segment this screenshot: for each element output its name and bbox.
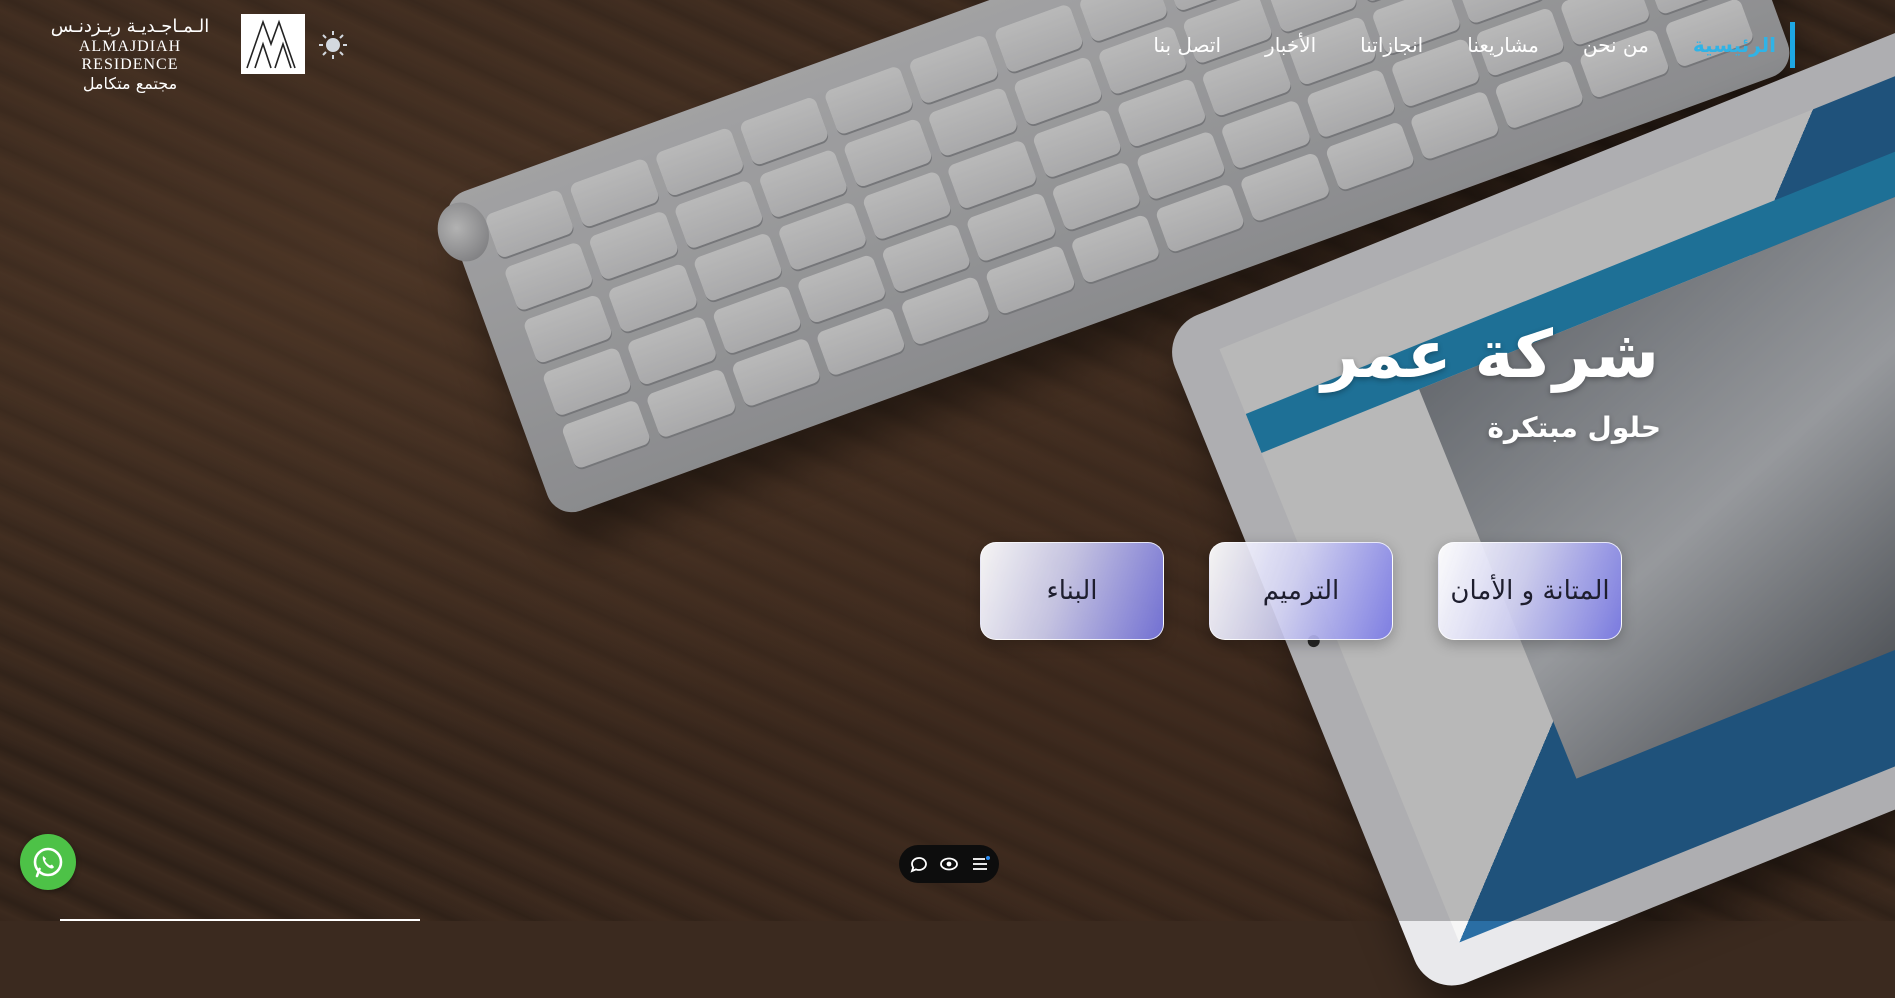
- hero-subtitle: حلول مبتكرة: [1487, 411, 1661, 444]
- whatsapp-button[interactable]: [20, 834, 76, 890]
- nav-item-about[interactable]: من نحن: [1561, 22, 1671, 68]
- nav-item-projects[interactable]: مشاريعنا: [1445, 22, 1561, 68]
- service-cards: المتانة و الأمان الترميم البناء: [0, 542, 1895, 640]
- hero-title: شركة عمر: [1321, 316, 1659, 393]
- sun-icon[interactable]: [318, 30, 348, 60]
- logo-arabic-name: الـمـاجـديـة ريـزدنـس: [50, 16, 210, 37]
- nav-item-achievements[interactable]: انجازاتنا: [1338, 22, 1445, 68]
- nav-item-news[interactable]: الأخبار: [1243, 22, 1338, 68]
- card-construction[interactable]: البناء: [980, 542, 1164, 640]
- logo-mark-icon: [241, 14, 305, 74]
- card-restoration[interactable]: الترميم: [1209, 542, 1393, 640]
- floating-toolbar: [899, 845, 999, 883]
- eye-icon[interactable]: [938, 853, 960, 875]
- menu-list-icon[interactable]: [969, 853, 991, 875]
- nav-item-home[interactable]: الرئيسية: [1671, 22, 1795, 68]
- chat-bubble-icon[interactable]: [908, 853, 930, 875]
- logo-wordmark: الـمـاجـديـة ريـزدنـس ALMAJDIAH RESIDENC…: [30, 16, 230, 94]
- site-header: الـمـاجـديـة ريـزدنـس ALMAJDIAH RESIDENC…: [0, 0, 1895, 93]
- main-nav: الرئيسية من نحن مشاريعنا انجازاتنا الأخب…: [1131, 22, 1795, 68]
- logo-english-name: ALMAJDIAH RESIDENCE: [78, 38, 182, 73]
- background-overlay: [0, 0, 1895, 921]
- whatsapp-icon: [33, 847, 63, 878]
- logo-tagline: مجتمع متكامل: [82, 74, 178, 93]
- nav-item-contact[interactable]: اتصل بنا: [1131, 22, 1243, 68]
- site-logo[interactable]: الـمـاجـديـة ريـزدنـس ALMAJDIAH RESIDENC…: [30, 14, 320, 93]
- card-durability-safety[interactable]: المتانة و الأمان: [1438, 542, 1622, 640]
